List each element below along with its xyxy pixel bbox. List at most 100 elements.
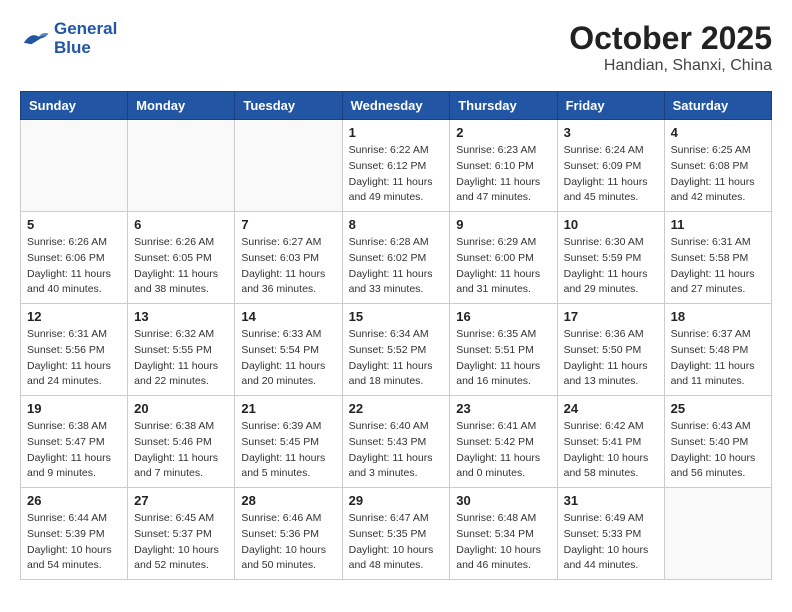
calendar-day-cell: 6 Sunrise: 6:26 AM Sunset: 6:05 PM Daylig…: [128, 212, 235, 304]
day-info: Sunrise: 6:38 AM Sunset: 5:46 PM Dayligh…: [134, 419, 228, 482]
location-subtitle: Handian, Shanxi, China: [569, 57, 772, 75]
day-info: Sunrise: 6:35 AM Sunset: 5:51 PM Dayligh…: [456, 327, 550, 390]
day-info: Sunrise: 6:41 AM Sunset: 5:42 PM Dayligh…: [456, 419, 550, 482]
day-number: 29: [349, 493, 444, 508]
day-info: Sunrise: 6:30 AM Sunset: 5:59 PM Dayligh…: [564, 235, 658, 298]
day-number: 10: [564, 217, 658, 232]
day-info: Sunrise: 6:31 AM Sunset: 5:56 PM Dayligh…: [27, 327, 121, 390]
calendar-week-row: 5 Sunrise: 6:26 AM Sunset: 6:06 PM Daylig…: [21, 212, 772, 304]
weekday-header-row: SundayMondayTuesdayWednesdayThursdayFrid…: [21, 92, 772, 120]
day-number: 26: [27, 493, 121, 508]
day-info: Sunrise: 6:29 AM Sunset: 6:00 PM Dayligh…: [456, 235, 550, 298]
day-info: Sunrise: 6:42 AM Sunset: 5:41 PM Dayligh…: [564, 419, 658, 482]
day-info: Sunrise: 6:28 AM Sunset: 6:02 PM Dayligh…: [349, 235, 444, 298]
day-info: Sunrise: 6:24 AM Sunset: 6:09 PM Dayligh…: [564, 143, 658, 206]
day-info: Sunrise: 6:36 AM Sunset: 5:50 PM Dayligh…: [564, 327, 658, 390]
day-number: 18: [671, 309, 765, 324]
calendar-day-cell: [664, 488, 771, 580]
weekday-header: Monday: [128, 92, 235, 120]
calendar-day-cell: 24 Sunrise: 6:42 AM Sunset: 5:41 PM Dayli…: [557, 396, 664, 488]
day-number: 31: [564, 493, 658, 508]
calendar-day-cell: [235, 120, 342, 212]
day-info: Sunrise: 6:26 AM Sunset: 6:06 PM Dayligh…: [27, 235, 121, 298]
day-number: 12: [27, 309, 121, 324]
day-number: 20: [134, 401, 228, 416]
calendar-week-row: 1Sunrise: 6:22 AM Sunset: 6:12 PM Daylig…: [21, 120, 772, 212]
day-number: 30: [456, 493, 550, 508]
calendar-day-cell: 21Sunrise: 6:39 AM Sunset: 5:45 PM Dayli…: [235, 396, 342, 488]
day-number: 27: [134, 493, 228, 508]
day-info: Sunrise: 6:43 AM Sunset: 5:40 PM Dayligh…: [671, 419, 765, 482]
calendar-day-cell: 26 Sunrise: 6:44 AM Sunset: 5:39 PM Dayli…: [21, 488, 128, 580]
day-info: Sunrise: 6:27 AM Sunset: 6:03 PM Dayligh…: [241, 235, 335, 298]
calendar-day-cell: 30 Sunrise: 6:48 AM Sunset: 5:34 PM Dayli…: [450, 488, 557, 580]
weekday-header: Wednesday: [342, 92, 450, 120]
day-info: Sunrise: 6:34 AM Sunset: 5:52 PM Dayligh…: [349, 327, 444, 390]
day-number: 11: [671, 217, 765, 232]
weekday-header: Friday: [557, 92, 664, 120]
day-number: 19: [27, 401, 121, 416]
day-info: Sunrise: 6:37 AM Sunset: 5:48 PM Dayligh…: [671, 327, 765, 390]
calendar-day-cell: [128, 120, 235, 212]
day-number: 1: [349, 125, 444, 140]
day-number: 6: [134, 217, 228, 232]
day-number: 24: [564, 401, 658, 416]
calendar-day-cell: 8 Sunrise: 6:28 AM Sunset: 6:02 PM Daylig…: [342, 212, 450, 304]
calendar-day-cell: 7 Sunrise: 6:27 AM Sunset: 6:03 PM Daylig…: [235, 212, 342, 304]
day-number: 3: [564, 125, 658, 140]
page-header: General Blue October 2025 Handian, Shanx…: [20, 20, 772, 75]
calendar-day-cell: 12 Sunrise: 6:31 AM Sunset: 5:56 PM Dayli…: [21, 304, 128, 396]
calendar-day-cell: 4 Sunrise: 6:25 AM Sunset: 6:08 PM Daylig…: [664, 120, 771, 212]
day-info: Sunrise: 6:23 AM Sunset: 6:10 PM Dayligh…: [456, 143, 550, 206]
day-number: 21: [241, 401, 335, 416]
calendar-day-cell: 22Sunrise: 6:40 AM Sunset: 5:43 PM Dayli…: [342, 396, 450, 488]
calendar-day-cell: 23Sunrise: 6:41 AM Sunset: 5:42 PM Dayli…: [450, 396, 557, 488]
day-info: Sunrise: 6:48 AM Sunset: 5:34 PM Dayligh…: [456, 511, 550, 574]
month-title: October 2025: [569, 20, 772, 57]
calendar-day-cell: 20 Sunrise: 6:38 AM Sunset: 5:46 PM Dayli…: [128, 396, 235, 488]
calendar-day-cell: 5 Sunrise: 6:26 AM Sunset: 6:06 PM Daylig…: [21, 212, 128, 304]
day-info: Sunrise: 6:38 AM Sunset: 5:47 PM Dayligh…: [27, 419, 121, 482]
day-number: 15: [349, 309, 444, 324]
day-number: 5: [27, 217, 121, 232]
day-info: Sunrise: 6:49 AM Sunset: 5:33 PM Dayligh…: [564, 511, 658, 574]
calendar-day-cell: 25Sunrise: 6:43 AM Sunset: 5:40 PM Dayli…: [664, 396, 771, 488]
calendar-day-cell: 16Sunrise: 6:35 AM Sunset: 5:51 PM Dayli…: [450, 304, 557, 396]
day-info: Sunrise: 6:45 AM Sunset: 5:37 PM Dayligh…: [134, 511, 228, 574]
title-block: October 2025 Handian, Shanxi, China: [569, 20, 772, 75]
day-info: Sunrise: 6:26 AM Sunset: 6:05 PM Dayligh…: [134, 235, 228, 298]
day-number: 14: [241, 309, 335, 324]
calendar-day-cell: 19 Sunrise: 6:38 AM Sunset: 5:47 PM Dayli…: [21, 396, 128, 488]
day-info: Sunrise: 6:33 AM Sunset: 5:54 PM Dayligh…: [241, 327, 335, 390]
logo-text: General Blue: [54, 20, 117, 57]
calendar-day-cell: 11 Sunrise: 6:31 AM Sunset: 5:58 PM Dayli…: [664, 212, 771, 304]
day-info: Sunrise: 6:25 AM Sunset: 6:08 PM Dayligh…: [671, 143, 765, 206]
calendar-day-cell: 10 Sunrise: 6:30 AM Sunset: 5:59 PM Dayli…: [557, 212, 664, 304]
day-info: Sunrise: 6:46 AM Sunset: 5:36 PM Dayligh…: [241, 511, 335, 574]
day-number: 7: [241, 217, 335, 232]
weekday-header: Sunday: [21, 92, 128, 120]
weekday-header: Tuesday: [235, 92, 342, 120]
weekday-header: Saturday: [664, 92, 771, 120]
calendar-day-cell: 18 Sunrise: 6:37 AM Sunset: 5:48 PM Dayli…: [664, 304, 771, 396]
day-info: Sunrise: 6:44 AM Sunset: 5:39 PM Dayligh…: [27, 511, 121, 574]
day-info: Sunrise: 6:47 AM Sunset: 5:35 PM Dayligh…: [349, 511, 444, 574]
day-number: 13: [134, 309, 228, 324]
calendar-day-cell: 13Sunrise: 6:32 AM Sunset: 5:55 PM Dayli…: [128, 304, 235, 396]
calendar-day-cell: 28Sunrise: 6:46 AM Sunset: 5:36 PM Dayli…: [235, 488, 342, 580]
day-number: 2: [456, 125, 550, 140]
day-number: 4: [671, 125, 765, 140]
logo: General Blue: [20, 20, 117, 57]
calendar-week-row: 19 Sunrise: 6:38 AM Sunset: 5:47 PM Dayli…: [21, 396, 772, 488]
calendar-week-row: 12 Sunrise: 6:31 AM Sunset: 5:56 PM Dayli…: [21, 304, 772, 396]
calendar-day-cell: 15 Sunrise: 6:34 AM Sunset: 5:52 PM Dayli…: [342, 304, 450, 396]
calendar-day-cell: 14 Sunrise: 6:33 AM Sunset: 5:54 PM Dayli…: [235, 304, 342, 396]
day-info: Sunrise: 6:31 AM Sunset: 5:58 PM Dayligh…: [671, 235, 765, 298]
calendar-day-cell: 3 Sunrise: 6:24 AM Sunset: 6:09 PM Daylig…: [557, 120, 664, 212]
calendar-day-cell: 31 Sunrise: 6:49 AM Sunset: 5:33 PM Dayli…: [557, 488, 664, 580]
day-number: 8: [349, 217, 444, 232]
day-number: 17: [564, 309, 658, 324]
logo-icon: [20, 27, 50, 51]
calendar-day-cell: 27 Sunrise: 6:45 AM Sunset: 5:37 PM Dayli…: [128, 488, 235, 580]
calendar-day-cell: 9Sunrise: 6:29 AM Sunset: 6:00 PM Daylig…: [450, 212, 557, 304]
